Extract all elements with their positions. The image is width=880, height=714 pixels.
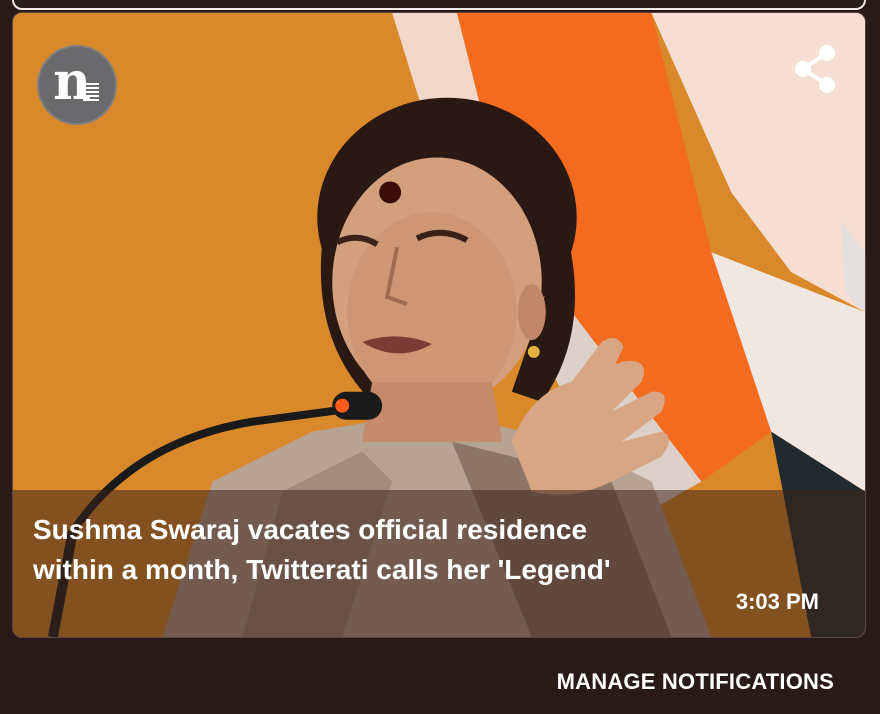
headline-text[interactable]: Sushma Swaraj vacates official residence… bbox=[33, 510, 653, 590]
share-icon[interactable] bbox=[791, 43, 837, 95]
previous-notification-card-edge bbox=[12, 0, 866, 10]
app-logo-icon: n bbox=[37, 45, 117, 125]
manage-notifications-button[interactable]: MANAGE NOTIFICATIONS bbox=[557, 669, 834, 695]
notification-time: 3:03 PM bbox=[735, 589, 819, 614]
newspaper-lines-icon bbox=[83, 83, 99, 101]
news-notification-card[interactable]: n Sushma Swaraj vacates official residen… bbox=[12, 12, 866, 638]
